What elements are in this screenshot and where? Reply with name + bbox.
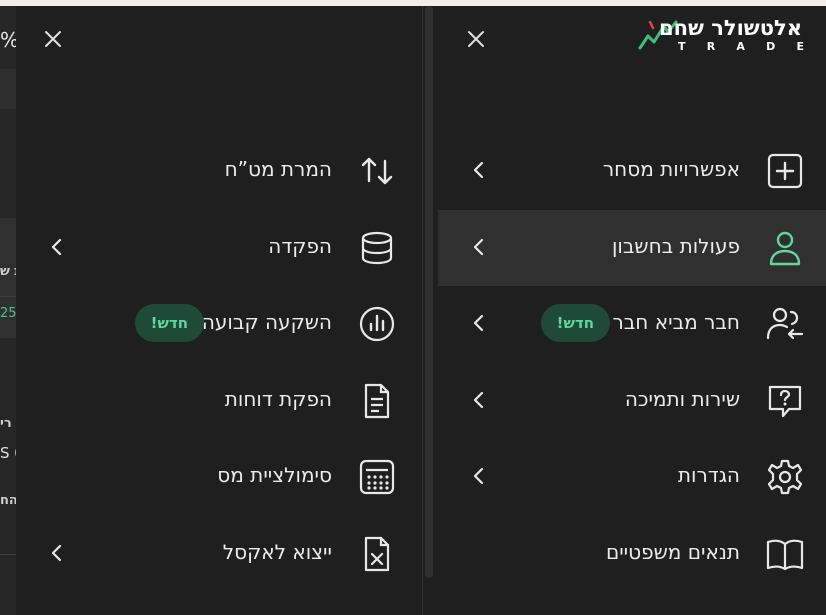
- menu-item-label: הפקדה: [268, 234, 332, 258]
- chevron-left-icon: [46, 236, 68, 258]
- logo-letter: D: [766, 40, 776, 53]
- background-value: S 0: [0, 444, 16, 462]
- new-badge: חדש!: [134, 304, 204, 342]
- brand-logo-subtitle: T R A D E: [678, 40, 804, 53]
- menu-item-help-chat[interactable]: שירות ותמיכה: [438, 363, 826, 439]
- menu-item-document[interactable]: הפקת דוחות: [16, 363, 422, 439]
- menu-item-label: אפשרויות מסחר: [602, 157, 740, 181]
- chevron-left-icon: [468, 159, 490, 181]
- gear-icon: [765, 457, 805, 497]
- brand-logo-text: אלטשולר שחם: [658, 16, 802, 40]
- plus-square-icon: [765, 151, 805, 191]
- book-icon: [765, 534, 805, 574]
- excel-file-icon: [357, 534, 397, 574]
- background-app-fragment: % ת ש 25 רי S 0 הח: [0, 6, 16, 615]
- chart-circle-icon: [357, 304, 397, 344]
- menu-item-label: המרת מט”ח: [224, 157, 332, 181]
- chevron-left-icon: [468, 312, 490, 334]
- logo-letter: R: [706, 40, 716, 53]
- menu-item-label: סימולציית מס: [217, 463, 332, 487]
- chevron-left-icon: [473, 238, 484, 256]
- chevron-left-icon: [468, 389, 490, 411]
- menu-item-arrows-up-down[interactable]: המרת מט”ח: [16, 133, 422, 209]
- menu-item-calculator[interactable]: סימולציית מס: [16, 439, 422, 515]
- background-text: רי: [0, 416, 12, 431]
- chevron-left-icon: [473, 391, 484, 409]
- arrows-up-down-icon: [357, 151, 397, 191]
- chevron-left-icon: [51, 544, 62, 562]
- chevron-left-icon: [51, 238, 62, 256]
- document-icon: [357, 381, 397, 421]
- user-icon: [765, 228, 805, 268]
- menu-item-plus-square[interactable]: אפשרויות מסחר: [438, 133, 826, 209]
- chevron-left-icon: [468, 236, 490, 258]
- scrollbar[interactable]: [425, 6, 433, 578]
- chevron-left-icon: [468, 465, 490, 487]
- menu-item-gear[interactable]: הגדרות: [438, 439, 826, 515]
- menu-item-label: חבר מביא חבר: [612, 310, 740, 334]
- chevron-left-icon: [46, 542, 68, 564]
- chevron-left-icon: [473, 161, 484, 179]
- calculator-icon: [357, 457, 397, 497]
- close-icon: [45, 31, 61, 47]
- menu-item-label: הגדרות: [677, 463, 740, 487]
- logo-letter: A: [736, 40, 745, 53]
- chevron-left-icon: [473, 467, 484, 485]
- menu-item-excel-file[interactable]: ייצוא לאקסל: [16, 516, 422, 592]
- divider: [0, 296, 16, 297]
- menu-item-label: השקעה קבועה: [201, 310, 332, 334]
- chevron-left-icon: [473, 314, 484, 332]
- logo-letter: T: [678, 40, 686, 53]
- close-right-panel-button[interactable]: [463, 26, 489, 52]
- menu-item-user-refer[interactable]: חבר מביא חבר חדש!: [438, 286, 826, 362]
- menu-item-label: הפקת דוחות: [224, 387, 332, 411]
- close-left-panel-button[interactable]: [40, 26, 66, 52]
- menu-item-label: תנאים משפטיים: [605, 540, 740, 564]
- menu-item-chart-circle[interactable]: השקעה קבועה חדש!: [16, 286, 422, 362]
- menu-item-book[interactable]: תנאים משפטיים: [438, 516, 826, 592]
- close-icon: [468, 31, 484, 47]
- database-icon: [357, 228, 397, 268]
- new-badge: חדש!: [540, 304, 610, 342]
- background-text: הח: [0, 493, 16, 508]
- divider: [0, 554, 16, 555]
- menu-item-label: שירות ותמיכה: [624, 387, 740, 411]
- background-value: 25: [0, 306, 16, 321]
- help-chat-icon: [765, 381, 805, 421]
- background-percent: %: [0, 28, 16, 52]
- background-text: ת ש: [0, 264, 16, 279]
- menu-item-label: פעולות בחשבון: [611, 234, 740, 258]
- logo-letter: E: [796, 40, 804, 53]
- menu-item-user[interactable]: פעולות בחשבון: [438, 210, 826, 286]
- menu-item-database[interactable]: הפקדה: [16, 210, 422, 286]
- user-refer-icon: [765, 304, 805, 344]
- background-band: [0, 69, 16, 109]
- menu-item-label: ייצוא לאקסל: [222, 540, 332, 564]
